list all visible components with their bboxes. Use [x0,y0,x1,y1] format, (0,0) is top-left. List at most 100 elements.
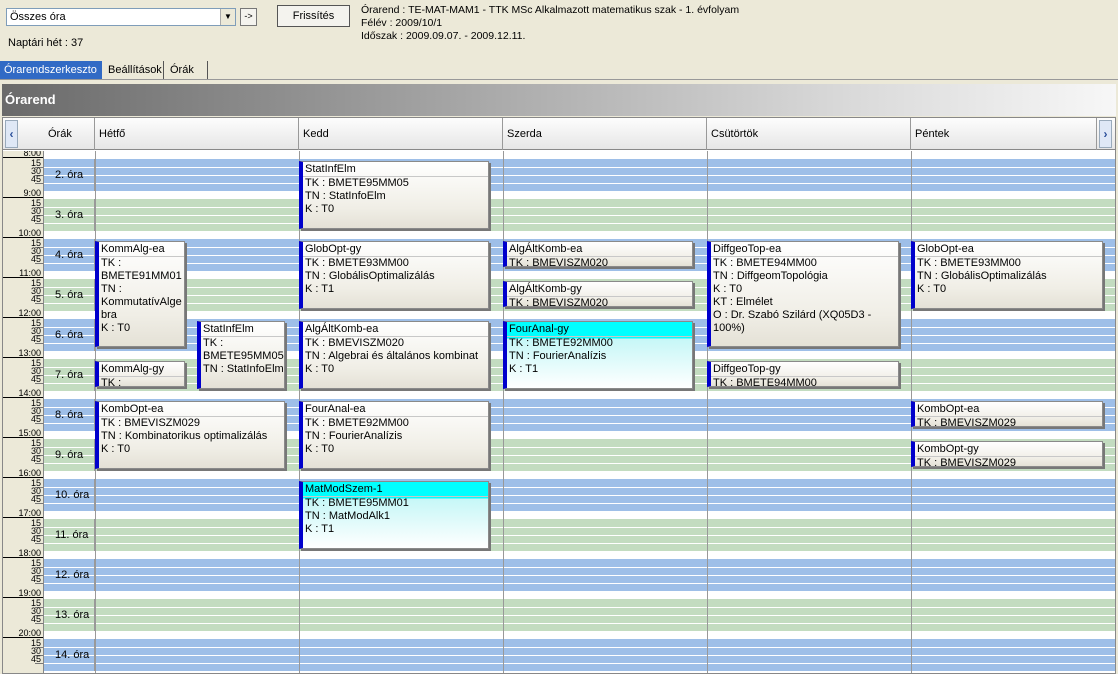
event-block[interactable]: FourAnal-ea TK : BMETE92MM00 TN : FourierA… [299,401,489,469]
quarter-label: 45 [30,534,41,544]
refresh-button[interactable]: Frissítés [277,5,350,27]
quarter-divider [44,167,1115,168]
event-detail: TN : Algebrai és általános kombinat [305,350,479,362]
event-detail: TN : GlobálisOptimalizálás [305,270,435,282]
event-block[interactable]: KombOpt-gy TK : BMEVISZM029 [911,441,1103,467]
hour-label: 18:00 [18,548,41,558]
day-divider [707,151,708,673]
quarter-divider [44,607,1115,608]
event-block[interactable]: KombOpt-ea TK : BMEVISZM029 [911,401,1103,427]
hour-label: 11:00 [19,268,41,278]
event-block[interactable]: StatInfElm TK : BMETE95MM05 TN : StatInfoE… [299,161,489,229]
quarter-divider [44,535,1115,536]
hour-label: 8:00 [23,151,41,158]
event-block[interactable]: MatModSzem-1 TK : BMETE95MM01 TN : MatModA… [299,481,489,549]
event-title: StatInfElm [303,162,488,177]
event-detail: bra [101,309,117,321]
tab-timetable-editor[interactable]: Órarendszerkeszto [0,61,102,79]
grid-header: ‹ Órák Hétfő Kedd Szerda Csütörtök Pénte… [3,118,1115,150]
event-block[interactable]: StatInfElm TK : BMETE95MM05 TN : StatInfoEl… [197,321,285,389]
period-label: 2. óra [44,159,95,191]
quarter-divider [44,223,1115,224]
event-detail: K : T0 [713,283,743,295]
event-title: AlgÁltKomb-ea [507,242,692,257]
event-detail: TK : BMETE95MM05 [305,177,409,189]
event-block[interactable]: DiffgeoTop-gy TK : BMETE94MM00 [707,361,899,387]
period-label: 13. óra [44,599,95,631]
course-filter-select[interactable]: Összes óra ▼ [6,8,236,26]
event-title: FourAnal-ea [303,402,488,417]
event-detail: TK : BMETE92MM00 [305,417,409,429]
day-header-tuesday: Kedd [299,118,503,150]
quarter-label: 45 [30,294,41,304]
timetable-info: Órarend : TE-MAT-MAM1 - TTK MSc Alkalmaz… [361,4,739,43]
timetable-banner: Órarend [2,84,1116,116]
quarter-divider [44,487,1115,488]
period-label: 9. óra [44,439,95,471]
quarter-divider [44,543,1115,544]
quarter-label: 45 [30,614,41,624]
event-title: DiffgeoTop-ea [711,242,898,257]
prev-arrow-icon[interactable]: ‹ [5,120,18,148]
quarter-label: 45 [30,654,41,664]
event-detail: K : T0 [101,322,131,334]
event-detail: K : T1 [305,283,335,295]
quarter-label: 45 [30,454,41,464]
event-block[interactable]: DiffgeoTop-ea TK : BMETE94MM00 TN : Diffge… [707,241,899,347]
quarter-label: 45 [30,214,41,224]
event-title: KommAlg-gy [99,362,184,377]
quarter-label: 45 [30,494,41,504]
quarter-divider [44,647,1115,648]
event-detail: K : T0 [305,363,335,375]
event-detail: TK : BMEVISZM029 [101,417,201,429]
event-detail: KT : Elmélet [713,296,773,308]
day-divider [503,151,504,673]
event-block[interactable]: GlobOpt-ea TK : BMETE93MM00 TN : GlobálisO… [911,241,1103,309]
event-detail: K : T0 [101,443,131,455]
event-detail: K : T0 [305,203,335,215]
quarter-divider [44,503,1115,504]
quarter-divider [44,615,1115,616]
tab-classes[interactable]: Órák [166,61,208,79]
quarter-divider [44,583,1115,584]
event-detail: TK : BMETE93MM00 [917,257,1021,269]
event-block[interactable]: GlobOpt-gy TK : BMETE93MM00 TN : GlobálisO… [299,241,489,309]
event-title: StatInfElm [201,322,284,337]
period-label: 14. óra [44,639,95,671]
day-header-monday: Hétfő [95,118,299,150]
hour-label: 9:00 [23,188,41,198]
semester-label: Félév : 2009/10/1 [361,17,443,29]
event-block[interactable]: AlgÁltKomb-ea TK : BMEVISZM020 TN : Algebr… [299,321,489,389]
event-block[interactable]: KombOpt-ea TK : BMEVISZM029 TN : Kombinato… [95,401,285,469]
period-label: 7. óra [44,359,95,391]
event-block[interactable]: KommAlg-ea TK : BMETE91MM01 TN : KommutatívA… [95,241,185,347]
quarter-divider [44,527,1115,528]
event-detail: TK : BMEVISZM029 [917,457,1017,467]
event-detail: TN : StatInfoElm [203,363,284,375]
go-button[interactable]: -> [240,8,257,26]
event-title: AlgÁltKomb-ea [303,322,488,337]
toolbar: Összes óra ▼ -> Naptári hét : 37 Frissít… [0,0,1118,60]
event-block[interactable]: AlgÁltKomb-ea TK : BMEVISZM020 [503,241,693,267]
event-detail: TK : BMETE94MM00 [713,257,817,269]
event-block[interactable]: FourAnal-gy TK : BMETE92MM00 TN : FourierA… [503,321,693,389]
event-title: FourAnal-gy [507,322,692,337]
next-arrow-icon[interactable]: › [1099,120,1112,148]
event-detail: TK : [203,337,224,349]
tab-settings[interactable]: Beállítások [104,61,164,79]
period-label: Időszak : 2009.09.07. - 2009.12.11. [361,30,526,42]
event-detail: BMETE91MM01 [101,270,182,282]
quarter-divider [44,215,1115,216]
event-title: KommAlg-ea [99,242,184,257]
timetable-grid: ‹ Órák Hétfő Kedd Szerda Csütörtök Pénte… [2,117,1116,674]
quarter-label: 45 [30,414,41,424]
event-detail: K : T1 [509,363,539,375]
quarter-divider [44,495,1115,496]
hour-label: 10:00 [18,228,41,238]
event-detail: TN : MatModAlk1 [305,510,390,522]
quarter-divider [44,663,1115,664]
event-block[interactable]: AlgÁltKomb-gy TK : BMEVISZM020 [503,281,693,307]
event-block[interactable]: KommAlg-gy TK : [95,361,185,387]
chevron-down-icon[interactable]: ▼ [220,9,235,25]
event-detail: TK : [101,257,122,269]
